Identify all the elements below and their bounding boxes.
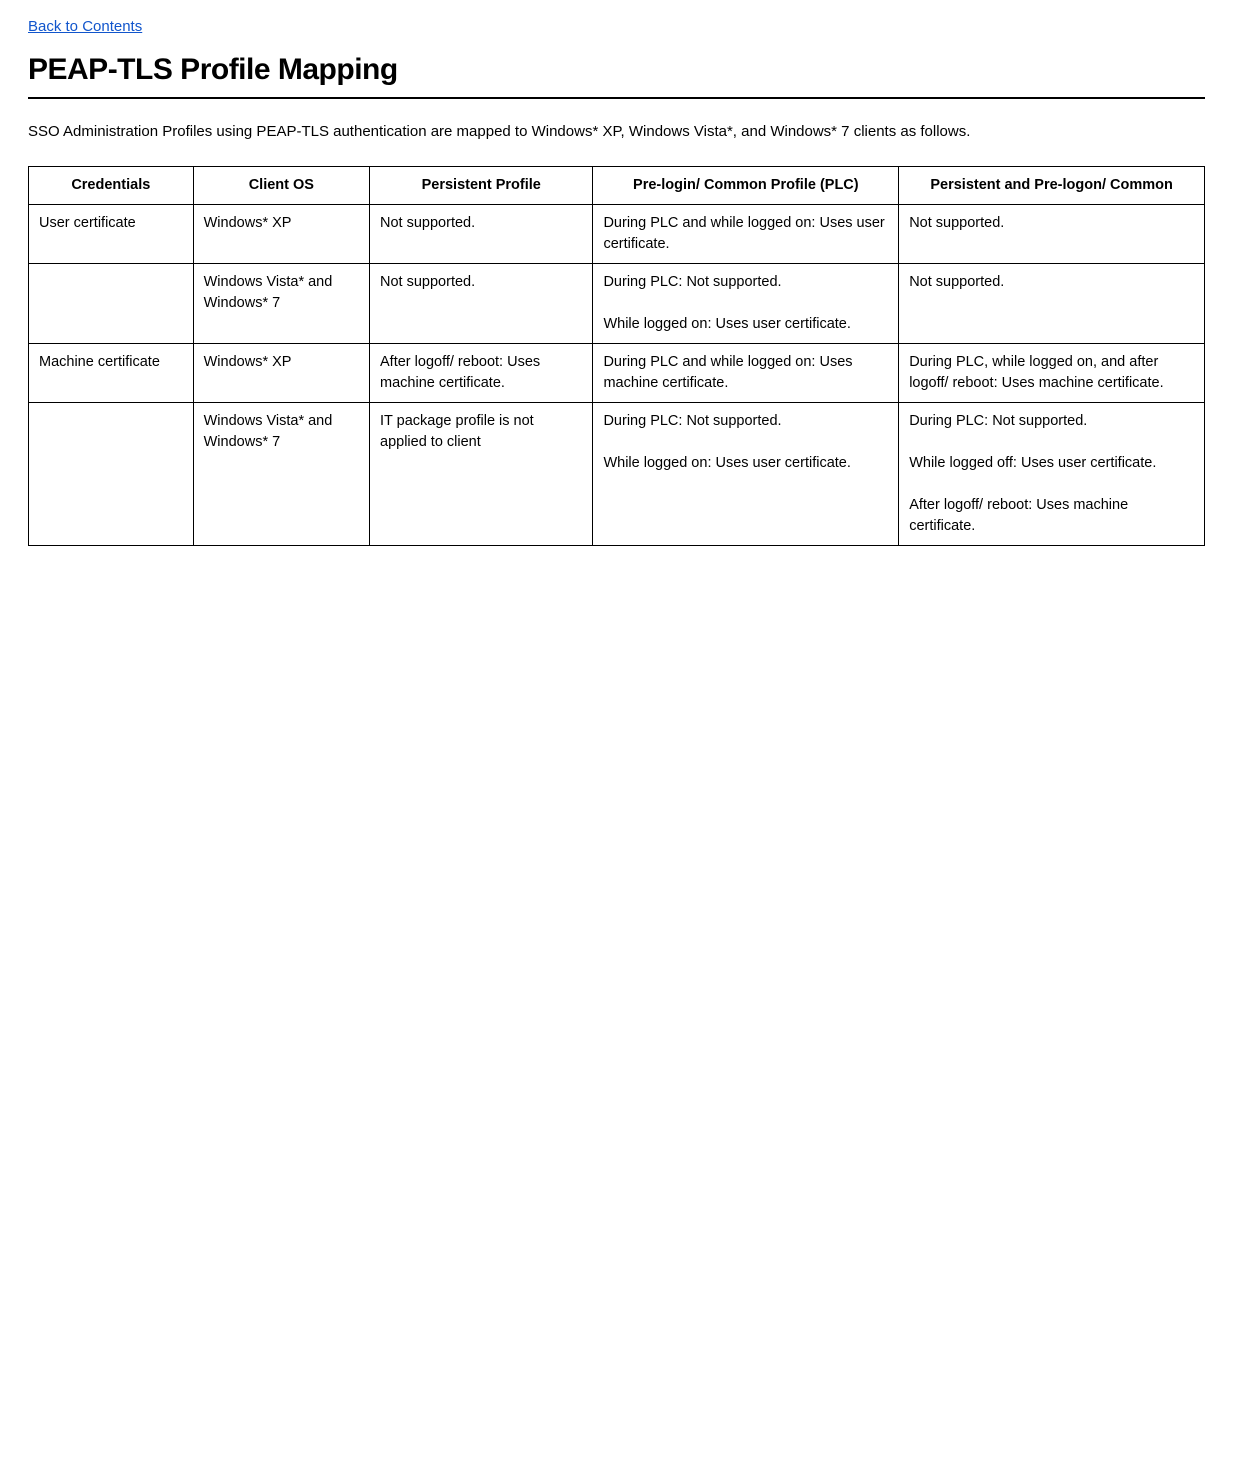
cell-credentials: User certificate	[29, 204, 194, 263]
cell-plc: During PLC and while logged on: Uses use…	[593, 204, 899, 263]
cell-credentials: Machine certificate	[29, 343, 194, 402]
cell-persistent-pre-logon: During PLC, while logged on, and after l…	[899, 343, 1205, 402]
cell-plc: During PLC: Not supported.While logged o…	[593, 402, 899, 545]
header-credentials: Credentials	[29, 166, 194, 204]
table-row: User certificateWindows* XPNot supported…	[29, 204, 1205, 263]
cell-persistent-profile: Not supported.	[370, 204, 593, 263]
header-persistent-pre-logon: Persistent and Pre-logon/ Common	[899, 166, 1205, 204]
page-title: PEAP-TLS Profile Mapping	[28, 53, 1205, 87]
title-divider	[28, 97, 1205, 99]
cell-persistent-pre-logon: Not supported.	[899, 263, 1205, 343]
table-header-row: Credentials Client OS Persistent Profile…	[29, 166, 1205, 204]
cell-persistent-profile: After logoff/ reboot: Uses machine certi…	[370, 343, 593, 402]
peap-tls-table: Credentials Client OS Persistent Profile…	[28, 166, 1205, 546]
header-client-os: Client OS	[193, 166, 369, 204]
back-to-contents-link[interactable]: Back to Contents	[28, 18, 142, 35]
cell-credentials	[29, 263, 194, 343]
header-persistent-profile: Persistent Profile	[370, 166, 593, 204]
table-row: Windows Vista* and Windows* 7IT package …	[29, 402, 1205, 545]
cell-client-os: Windows Vista* and Windows* 7	[193, 263, 369, 343]
cell-plc: During PLC: Not supported.While logged o…	[593, 263, 899, 343]
cell-credentials	[29, 402, 194, 545]
cell-persistent-pre-logon: Not supported.	[899, 204, 1205, 263]
table-row: Windows Vista* and Windows* 7Not support…	[29, 263, 1205, 343]
intro-paragraph: SSO Administration Profiles using PEAP-T…	[28, 121, 1205, 144]
cell-persistent-profile: IT package profile is not applied to cli…	[370, 402, 593, 545]
cell-client-os: Windows* XP	[193, 343, 369, 402]
table-row: Machine certificateWindows* XPAfter logo…	[29, 343, 1205, 402]
cell-persistent-profile: Not supported.	[370, 263, 593, 343]
header-plc: Pre-login/ Common Profile (PLC)	[593, 166, 899, 204]
cell-client-os: Windows Vista* and Windows* 7	[193, 402, 369, 545]
cell-persistent-pre-logon: During PLC: Not supported.While logged o…	[899, 402, 1205, 545]
cell-client-os: Windows* XP	[193, 204, 369, 263]
cell-plc: During PLC and while logged on: Uses mac…	[593, 343, 899, 402]
